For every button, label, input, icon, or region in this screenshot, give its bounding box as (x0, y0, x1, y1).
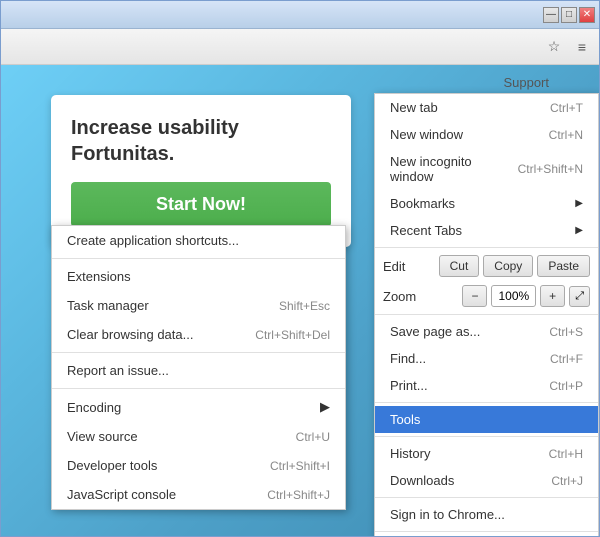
left-menu-developer-tools[interactable]: Developer tools Ctrl+Shift+I (52, 451, 345, 480)
left-separator-2 (52, 352, 345, 353)
start-now-button[interactable]: Start Now! (71, 182, 331, 227)
zoom-value: 100% (491, 285, 536, 307)
edit-label: Edit (383, 259, 435, 274)
left-separator-3 (52, 388, 345, 389)
zoom-label: Zoom (383, 289, 458, 304)
browser-window: — □ ✕ ☆ ≡ Support Increase usability For… (0, 0, 600, 537)
right-sep-6 (375, 531, 598, 532)
zoom-expand-button[interactable]: ⤢ (569, 286, 590, 307)
minimize-button[interactable]: — (543, 7, 559, 23)
right-menu-print[interactable]: Print... Ctrl+P (375, 372, 598, 399)
right-menu-find[interactable]: Find... Ctrl+F (375, 345, 598, 372)
left-menu-encoding[interactable]: Encoding ▶ (52, 392, 345, 422)
maximize-button[interactable]: □ (561, 7, 577, 23)
right-sep-2 (375, 314, 598, 315)
left-menu-task-manager[interactable]: Task manager Shift+Esc (52, 291, 345, 320)
left-dropdown-menu: Create application shortcuts... Extensio… (51, 225, 346, 510)
left-menu-clear-browsing[interactable]: Clear browsing data... Ctrl+Shift+Del (52, 320, 345, 349)
right-menu-bookmarks[interactable]: Bookmarks ▶ (375, 190, 598, 217)
title-bar: — □ ✕ (1, 1, 599, 29)
left-menu-report-issue[interactable]: Report an issue... (52, 356, 345, 385)
right-menu-tools[interactable]: Tools (375, 406, 598, 433)
close-button[interactable]: ✕ (579, 7, 595, 23)
left-separator-1 (52, 258, 345, 259)
right-menu-new-tab[interactable]: New tab Ctrl+T (375, 94, 598, 121)
right-dropdown-menu: New tab Ctrl+T New window Ctrl+N New inc… (374, 93, 599, 536)
right-menu-recent-tabs[interactable]: Recent Tabs ▶ (375, 217, 598, 244)
bookmark-icon[interactable]: ☆ (541, 34, 567, 60)
title-bar-buttons: — □ ✕ (543, 7, 595, 23)
main-content: Support Increase usability Fortunitas. S… (1, 65, 599, 536)
left-menu-view-source[interactable]: View source Ctrl+U (52, 422, 345, 451)
toolbar-icons: ☆ ≡ (541, 34, 595, 60)
right-sep-4 (375, 436, 598, 437)
right-menu-new-window[interactable]: New window Ctrl+N (375, 121, 598, 148)
copy-button[interactable]: Copy (483, 255, 533, 277)
left-menu-extensions[interactable]: Extensions (52, 262, 345, 291)
right-sep-5 (375, 497, 598, 498)
right-menu-save-page[interactable]: Save page as... Ctrl+S (375, 318, 598, 345)
left-menu-js-console[interactable]: JavaScript console Ctrl+Shift+J (52, 480, 345, 509)
menu-icon[interactable]: ≡ (569, 34, 595, 60)
zoom-plus-button[interactable]: + (540, 285, 565, 307)
right-menu-incognito[interactable]: New incognito window Ctrl+Shift+N (375, 148, 598, 190)
right-menu-edit-row: Edit Cut Copy Paste (375, 251, 598, 281)
right-menu-settings[interactable]: Settings (375, 535, 598, 536)
cut-button[interactable]: Cut (439, 255, 480, 277)
support-text: Support (503, 75, 549, 90)
right-menu-downloads[interactable]: Downloads Ctrl+J (375, 467, 598, 494)
right-menu-zoom-row: Zoom − 100% + ⤢ (375, 281, 598, 311)
toolbar: ☆ ≡ (1, 29, 599, 65)
left-menu-create-shortcuts[interactable]: Create application shortcuts... (52, 226, 345, 255)
zoom-minus-button[interactable]: − (462, 285, 487, 307)
right-menu-sign-in[interactable]: Sign in to Chrome... (375, 501, 598, 528)
promo-headline: Increase usability Fortunitas. (71, 115, 331, 167)
right-menu-history[interactable]: History Ctrl+H (375, 440, 598, 467)
right-sep-1 (375, 247, 598, 248)
right-sep-3 (375, 402, 598, 403)
paste-button[interactable]: Paste (537, 255, 590, 277)
